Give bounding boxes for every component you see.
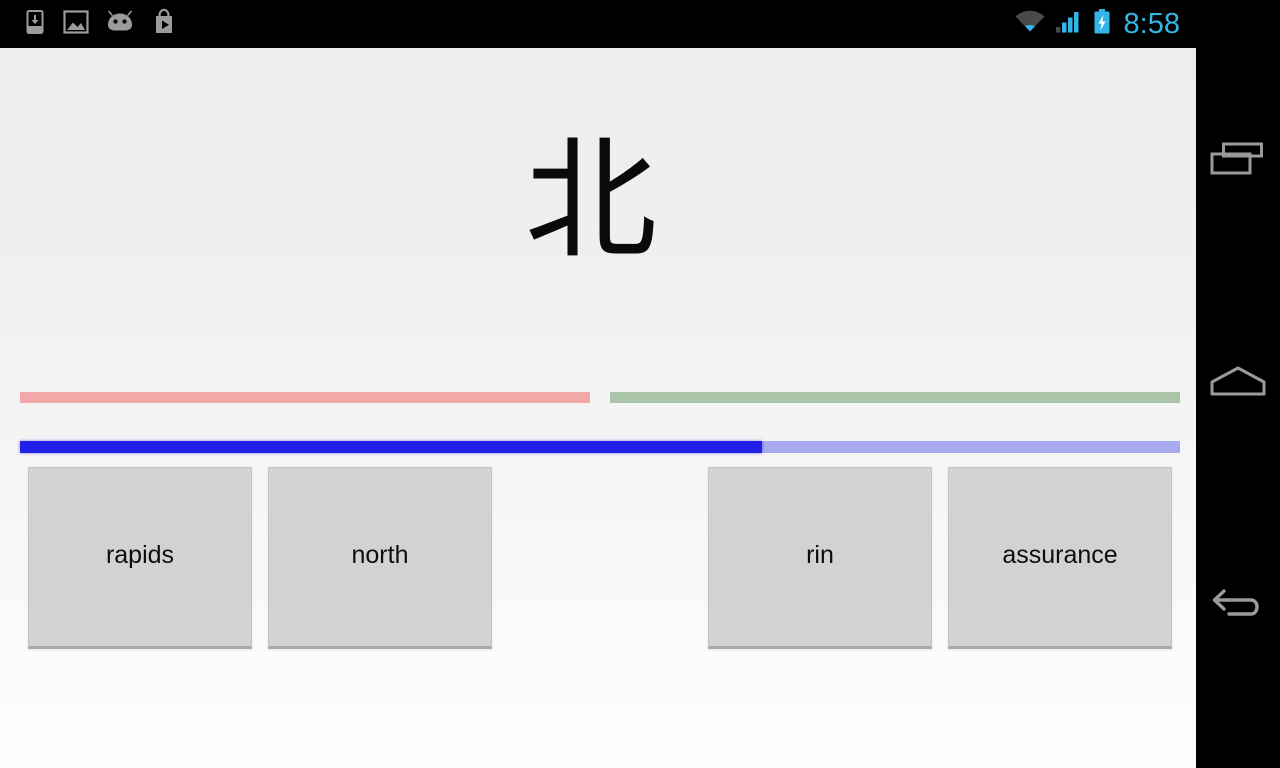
answer-choices: rapids north rin assurance [0, 467, 1196, 649]
quiz-screen: 北 rapids north rin assurance [0, 48, 1196, 768]
segment-timer-bar [20, 392, 1180, 403]
battery-charging-icon [1092, 8, 1112, 41]
back-button[interactable] [1196, 552, 1280, 664]
play-store-icon [150, 8, 178, 41]
recents-icon [1207, 137, 1269, 184]
answer-button-assurance[interactable]: assurance [948, 467, 1172, 649]
segment-bar-green [610, 392, 1180, 403]
segment-bar-red [20, 392, 590, 403]
answer-button-label: assurance [1002, 541, 1118, 569]
wifi-icon [1014, 9, 1046, 40]
answer-button-rapids[interactable]: rapids [28, 467, 252, 649]
answer-button-north[interactable]: north [268, 467, 492, 649]
device-screen: 8:58 北 rapids north rin assurance [0, 0, 1280, 768]
back-arrow-icon [1207, 584, 1269, 633]
home-icon [1207, 362, 1269, 407]
answer-button-label: rin [806, 541, 834, 569]
progress-bar-track [20, 441, 1180, 453]
status-bar-system-icons: 8:58 [1014, 0, 1180, 48]
status-bar: 8:58 [0, 0, 1196, 48]
home-button[interactable] [1196, 328, 1280, 440]
navigation-bar [1196, 0, 1280, 768]
answer-button-label: north [351, 541, 409, 569]
answer-button-label: rapids [105, 541, 175, 569]
cellular-signal-icon [1055, 9, 1083, 40]
download-icon [22, 9, 48, 40]
answer-button-rin[interactable]: rin [708, 467, 932, 649]
status-bar-clock: 8:58 [1123, 7, 1180, 40]
progress-bar-fill [20, 441, 762, 453]
android-robot-icon [104, 9, 136, 40]
gallery-image-icon [62, 9, 90, 40]
prompt-character: 北 [525, 124, 657, 278]
prompt-area: 北 [0, 48, 1196, 340]
status-bar-notifications [0, 8, 178, 41]
recents-button[interactable] [1196, 104, 1280, 216]
